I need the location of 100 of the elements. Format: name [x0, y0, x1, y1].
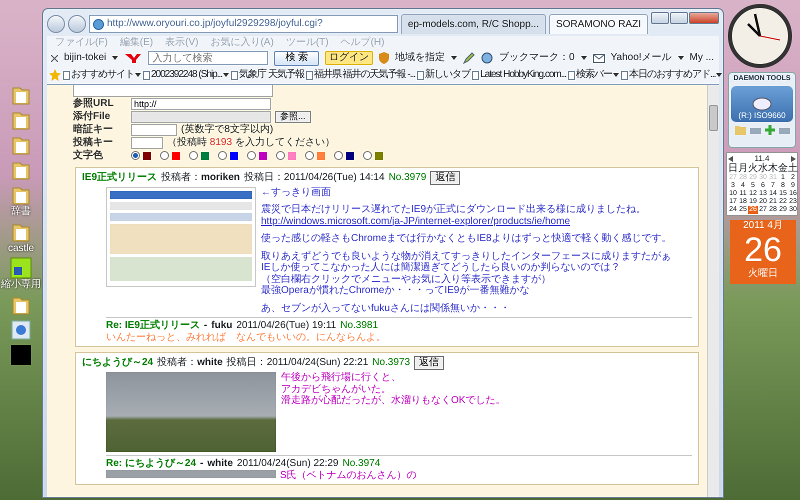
minimize-button[interactable]	[651, 12, 669, 24]
browse-button[interactable]: 参照...	[275, 110, 311, 122]
reply-number: No.3974	[342, 458, 380, 470]
shield-icon[interactable]	[379, 52, 390, 64]
weekday-label: 火	[748, 163, 758, 174]
favorite-link[interactable]: 検索バー	[576, 69, 612, 81]
radio-button[interactable]	[363, 151, 372, 160]
forward-button[interactable]	[68, 15, 86, 33]
my-menu[interactable]: My ...	[690, 52, 714, 64]
reply-date: 2011/04/24(Sun) 22:29	[236, 458, 338, 470]
date-day: 26	[744, 232, 782, 268]
weekday-label: 日	[728, 163, 738, 174]
page-icon[interactable]	[143, 70, 150, 80]
url-text: http://www.oryouri.co.jp/joyful2929298/joyful.cgi?	[107, 18, 323, 30]
post-key-field[interactable]	[131, 136, 163, 148]
region-menu[interactable]: 地域を指定	[395, 52, 446, 64]
page-icon[interactable]	[472, 70, 480, 80]
text-line: （空白欄右クリックでメニューやお気に入り等表示できますが）	[261, 274, 552, 284]
post-number: No.3973	[372, 357, 410, 369]
caret-icon[interactable]	[451, 56, 458, 60]
search-field[interactable]: 入力して検索	[148, 51, 268, 65]
url-link[interactable]: http://windows.microsoft.com/ja-JP/internet-explorer/products/ie/home	[261, 216, 672, 227]
field-label: 暗証キー	[73, 124, 114, 136]
right-arrow-icon[interactable]	[790, 156, 796, 162]
reply-author: white	[207, 458, 233, 470]
page-icon[interactable]	[231, 70, 238, 80]
browser-tab[interactable]: SORAMONO RAZI	[548, 14, 648, 34]
radio-button[interactable]	[218, 151, 227, 160]
favorite-link[interactable]: 福井県 福井の天気予報 -...	[314, 69, 416, 81]
caret-icon[interactable]	[613, 73, 620, 77]
scrollbar[interactable]	[707, 84, 719, 497]
globe-icon[interactable]	[481, 52, 494, 64]
browser-tab[interactable]: ep-models.com, R/C Shopp...	[400, 14, 546, 34]
field-label: 参照URL	[73, 98, 115, 110]
file-field[interactable]	[131, 110, 271, 122]
envelope-icon[interactable]	[592, 54, 605, 62]
address-bar[interactable]: http://www.oryouri.co.jp/joyful2929298/joyful.cgi?	[89, 15, 398, 33]
weekday-label: 金	[778, 163, 788, 174]
login-button[interactable]: ログイン	[325, 51, 374, 65]
text-line: IEしか使ってこなかった人には簡潔過ぎてどうしたら良いのか判らないのでは？	[261, 262, 622, 274]
icon-label: 辞書	[11, 206, 31, 218]
icon-label: castle	[8, 242, 34, 254]
url-field[interactable]: http://	[131, 98, 271, 110]
radio-button[interactable]	[305, 151, 314, 160]
icon-label: 縮小専用	[1, 279, 41, 290]
maximize-button[interactable]	[670, 12, 688, 24]
text-line: 取りあえずどうでも良いような物が消えてすっきりしたインターフェースに成りますたがぁ	[261, 250, 672, 262]
back-button[interactable]	[47, 15, 65, 33]
radio-button[interactable]	[160, 151, 169, 160]
pencil-icon[interactable]	[463, 52, 476, 64]
favorite-link[interactable]: Latest HobbyKing.com...	[480, 69, 566, 81]
radio-button[interactable]	[189, 151, 198, 160]
favorite-link[interactable]: おすすめサイト	[71, 69, 134, 81]
program-icon[interactable]	[10, 344, 32, 366]
close-button[interactable]	[689, 12, 719, 24]
separator-text: -	[204, 320, 208, 332]
reply-button[interactable]: 返信	[414, 356, 444, 370]
caret-icon[interactable]	[580, 56, 587, 60]
drive-icon[interactable]	[750, 125, 760, 136]
favorite-link[interactable]: 2002392248 (Ship...	[151, 69, 222, 81]
drive-icon[interactable]	[778, 125, 790, 136]
caret-icon[interactable]	[223, 73, 230, 77]
page-icon[interactable]	[568, 70, 576, 80]
shortcut-icon[interactable]	[10, 318, 32, 340]
calendar-month: 11.4	[754, 154, 770, 163]
globe-icon	[93, 18, 104, 30]
caret-icon[interactable]	[112, 56, 118, 60]
logo-icon[interactable]	[124, 52, 142, 64]
text-line: 震災で日本だけリリース遅れてたIE9が正式にダウンロード出来る様に成りましたね。	[261, 204, 648, 216]
page-icon[interactable]	[63, 70, 70, 80]
bookmark-menu[interactable]: ブックマーク：0	[499, 52, 575, 64]
caret-icon[interactable]	[678, 56, 684, 60]
search-button[interactable]: 検 索	[274, 50, 320, 66]
text-line: 最強Operaが慣れたChromeか・・・ってIE9が一番無難かな	[261, 285, 530, 296]
field-label: 文字色	[73, 150, 104, 162]
hint-text: （投稿時 8193 を入力してください）	[167, 136, 335, 148]
profile-menu[interactable]: bijin-tokei	[64, 52, 106, 64]
plus-icon[interactable]	[764, 125, 774, 136]
radio-button[interactable]	[131, 151, 140, 160]
page-icon[interactable]	[417, 70, 424, 80]
mail-menu[interactable]: Yahoo!メール	[610, 52, 672, 64]
radio-button[interactable]	[334, 151, 343, 160]
text-line: ←すっきり画面	[261, 186, 332, 198]
text-area[interactable]	[73, 84, 273, 96]
favorite-link[interactable]: 新しいタブ	[425, 69, 470, 81]
password-field[interactable]	[131, 124, 177, 136]
left-arrow-icon[interactable]	[728, 156, 733, 162]
caret-icon[interactable]	[135, 73, 141, 77]
app-icon[interactable]	[10, 257, 32, 279]
reply-button[interactable]: 返信	[430, 170, 460, 184]
radio-button[interactable]	[247, 151, 256, 160]
radio-button[interactable]	[276, 151, 285, 160]
favorite-link[interactable]: 気象庁 天気予報	[239, 69, 304, 81]
page-icon[interactable]	[621, 70, 628, 80]
close-icon[interactable]	[51, 54, 58, 62]
caret-icon[interactable]	[716, 73, 722, 77]
favorite-link[interactable]: 本日のおすすめアド...	[629, 69, 716, 81]
star-icon[interactable]	[49, 69, 61, 81]
page-icon[interactable]	[306, 70, 313, 80]
post-number: No.3979	[388, 172, 426, 184]
